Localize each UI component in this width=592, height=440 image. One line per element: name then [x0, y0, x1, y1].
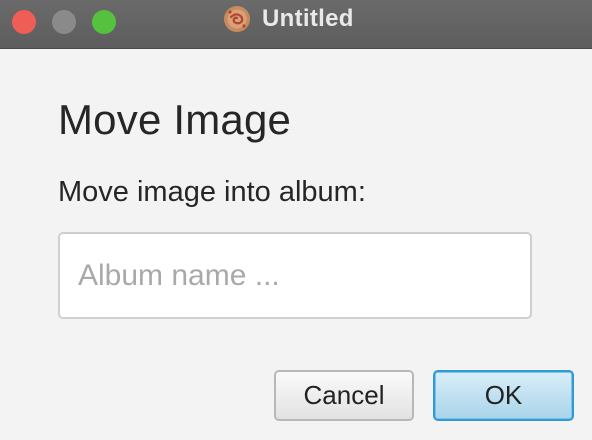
dialog-heading: Move Image — [58, 96, 292, 143]
close-window-button[interactable] — [12, 10, 36, 34]
dialog-window: Untitled Move Image Move image into albu… — [0, 0, 592, 440]
album-name-input[interactable] — [58, 232, 532, 319]
zoom-window-button[interactable] — [92, 10, 116, 34]
window-title-group: Untitled — [222, 4, 354, 34]
cancel-button[interactable]: Cancel — [274, 370, 414, 421]
album-prompt-label: Move image into album: — [58, 176, 366, 208]
ok-button[interactable]: OK — [433, 370, 574, 421]
app-logo-icon — [222, 4, 252, 34]
window-title: Untitled — [262, 5, 354, 32]
minimize-window-button[interactable] — [52, 10, 76, 34]
title-bar[interactable]: Untitled — [0, 0, 592, 49]
